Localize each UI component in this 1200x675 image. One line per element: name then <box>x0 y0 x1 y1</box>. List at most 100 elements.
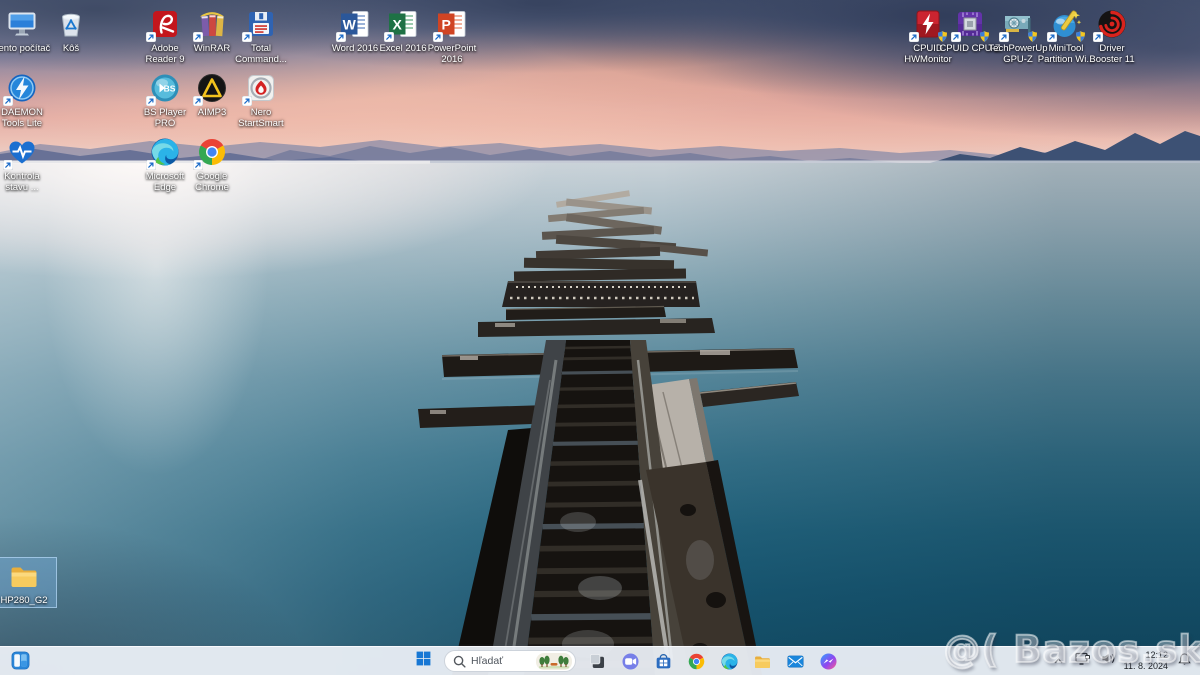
clock-time: 12:12 <box>1124 650 1168 661</box>
bell-icon <box>1178 652 1191 671</box>
desktop-icon-label: Kontrolastavu ... <box>4 171 39 193</box>
shortcut-arrow-icon <box>242 32 252 42</box>
network-button[interactable] <box>1074 649 1092 673</box>
desktop-icon-label: TotalCommand... <box>235 43 287 65</box>
shortcut-arrow-icon <box>3 96 13 106</box>
cpu-z-icon <box>953 7 987 41</box>
bs-player-icon: BS <box>148 71 182 105</box>
word-icon: W <box>338 7 372 41</box>
task-view-icon <box>588 652 607 671</box>
shortcut-arrow-icon <box>193 96 203 106</box>
desktop-icon-label: NeroStartSmart <box>238 107 283 129</box>
total-commander-icon <box>244 7 278 41</box>
minitool-icon <box>1049 7 1083 41</box>
desktop-icon-label: AIMP3 <box>198 107 227 118</box>
system-tray: 12:12 11. 8. 2024 <box>1051 647 1193 675</box>
desktop-icon-driver-booster-11[interactable]: DriverBooster 11 <box>1080 6 1144 66</box>
search-icon <box>453 655 466 668</box>
desktop-icon-label: AdobeReader 9 <box>145 43 184 65</box>
notification-button[interactable] <box>1175 649 1193 673</box>
shortcut-arrow-icon <box>193 32 203 42</box>
desktop-icon-label: GoogleChrome <box>195 171 229 193</box>
edge-icon <box>720 652 739 671</box>
daemon-icon <box>5 71 39 105</box>
desktop-icon-powerpoint-2016[interactable]: P PowerPoint2016 <box>420 6 484 66</box>
shortcut-arrow-icon <box>951 32 961 42</box>
desktop-icon-kontrola-stavu[interactable]: Kontrolastavu ... <box>0 134 54 194</box>
taskbar-center: Hľadať <box>411 647 840 675</box>
chrome-icon <box>195 135 229 169</box>
desktop-icon-nero-startsmart[interactable]: NeroStartSmart <box>229 70 293 130</box>
taskbar-app-edge[interactable] <box>717 649 741 673</box>
messenger-icon <box>819 652 838 671</box>
shortcut-arrow-icon <box>384 32 394 42</box>
svg-text:W: W <box>343 17 357 33</box>
taskbar-app-messenger[interactable] <box>816 649 840 673</box>
clock[interactable]: 12:12 11. 8. 2024 <box>1124 650 1168 673</box>
desktop-icon-daemon-tools-lite[interactable]: DAEMONTools Lite <box>0 70 54 130</box>
shortcut-arrow-icon <box>999 32 1009 42</box>
shortcut-arrow-icon <box>3 160 13 170</box>
this-pc-icon <box>5 7 39 41</box>
shortcut-arrow-icon <box>193 160 203 170</box>
folder-icon <box>7 559 41 593</box>
mail-icon <box>786 652 805 671</box>
taskbar: Hľadať 12:12 11. 8. 2024 <box>0 646 1200 675</box>
shortcut-arrow-icon <box>433 32 443 42</box>
desktop-icon-recycle-bin[interactable]: Kôš <box>39 6 103 55</box>
microsoft-store-icon <box>654 652 673 671</box>
driver-booster-icon <box>1095 7 1129 41</box>
wallpaper-sea <box>0 163 1200 675</box>
svg-text:BS: BS <box>164 84 176 94</box>
network-icon <box>1075 652 1090 671</box>
svg-text:X: X <box>393 17 403 33</box>
shortcut-arrow-icon <box>146 160 156 170</box>
desktop-icon-label: WinRAR <box>194 43 230 54</box>
volume-button[interactable] <box>1099 649 1117 673</box>
shortcut-arrow-icon <box>1047 32 1057 42</box>
desktop-icon-label: Kôš <box>63 43 79 54</box>
excel-icon: X <box>386 7 420 41</box>
winrar-icon <box>195 7 229 41</box>
adobe-reader-icon <box>148 7 182 41</box>
taskbar-app-chat[interactable] <box>618 649 642 673</box>
desktop-icon-hp280-g2-folder[interactable]: HP280_G2 <box>0 558 56 607</box>
desktop-icon-label: PowerPoint2016 <box>428 43 477 65</box>
widgets-button[interactable] <box>8 651 32 675</box>
chat-icon <box>621 652 640 671</box>
desktop-icon-google-chrome[interactable]: GoogleChrome <box>180 134 244 194</box>
chrome-icon <box>687 652 706 671</box>
taskbar-app-chrome[interactable] <box>684 649 708 673</box>
nero-icon <box>244 71 278 105</box>
desktop-icon-label: HP280_G2 <box>0 595 47 606</box>
desktop-icon-label: MicrosoftEdge <box>146 171 185 193</box>
widgets-icon <box>11 651 30 675</box>
windows-desktop: Tento počítačKôšAdobeReader 9WinRARTotal… <box>0 0 1200 675</box>
chevron-up-icon <box>1053 652 1064 670</box>
tray-chevron-button[interactable] <box>1051 649 1067 673</box>
svg-text:P: P <box>442 17 451 33</box>
shortcut-arrow-icon <box>242 96 252 106</box>
shortcut-arrow-icon <box>146 32 156 42</box>
desktop-icon-label: DAEMONTools Lite <box>1 107 43 129</box>
taskbar-app-microsoft-store[interactable] <box>651 649 675 673</box>
volume-icon <box>1101 652 1115 670</box>
shortcut-arrow-icon <box>909 32 919 42</box>
gpu-z-icon <box>1001 7 1035 41</box>
search-placeholder: Hľadať <box>471 655 531 667</box>
search-highlight-image <box>536 653 572 670</box>
start-button[interactable] <box>411 649 435 673</box>
desktop-icon-total-commander[interactable]: TotalCommand... <box>229 6 293 66</box>
windows-start-icon <box>415 650 432 672</box>
shortcut-arrow-icon <box>1093 32 1103 42</box>
taskbar-app-file-explorer[interactable] <box>750 649 774 673</box>
health-icon <box>5 135 39 169</box>
taskbar-app-mail[interactable] <box>783 649 807 673</box>
file-explorer-icon <box>753 652 772 671</box>
aimp-icon <box>195 71 229 105</box>
recycle-bin-icon <box>54 7 88 41</box>
desktop-icon-label: DriverBooster 11 <box>1089 43 1134 65</box>
taskbar-app-task-view[interactable] <box>585 649 609 673</box>
clock-date: 11. 8. 2024 <box>1124 661 1168 672</box>
search-box[interactable]: Hľadať <box>444 650 576 672</box>
